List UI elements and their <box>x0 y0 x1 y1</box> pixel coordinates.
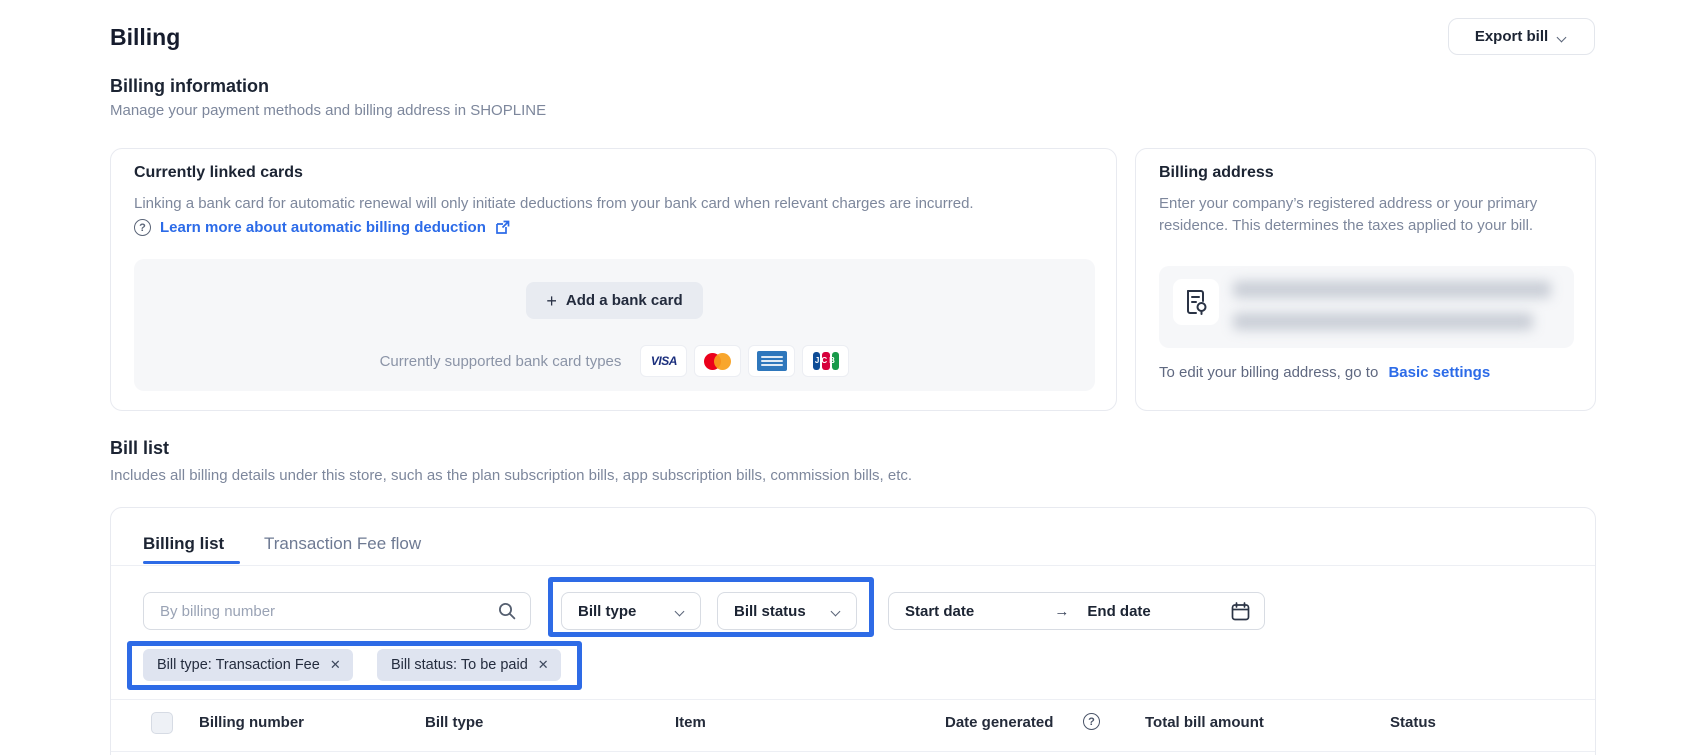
billing-page: Billing Export bill Billing information … <box>0 0 1700 755</box>
table-header-bottom-divider <box>111 751 1595 752</box>
chevron-down-icon <box>1558 32 1568 42</box>
filter-chip-label: Bill type: Transaction Fee <box>157 657 320 673</box>
mastercard-icon <box>694 345 741 377</box>
visa-icon: VISA <box>640 345 687 377</box>
amex-icon <box>748 345 795 377</box>
tabs-divider <box>111 565 1595 566</box>
billing-address-footer-text: To edit your billing address, go to <box>1159 364 1378 381</box>
learn-more-link[interactable]: Learn more about automatic billing deduc… <box>160 219 486 236</box>
linked-cards-panel: + Add a bank card Currently supported ba… <box>134 259 1095 391</box>
billing-address-card: Billing address Enter your company’s reg… <box>1135 148 1596 411</box>
address-document-icon <box>1173 279 1219 325</box>
tab-transaction-fee-flow[interactable]: Transaction Fee flow <box>264 534 421 554</box>
start-date-field[interactable]: Start date <box>905 603 974 620</box>
add-bank-card-button[interactable]: + Add a bank card <box>526 282 702 319</box>
bill-type-dropdown[interactable]: Bill type <box>561 592 701 630</box>
bill-status-dropdown-label: Bill status <box>734 603 806 620</box>
linked-cards-title: Currently linked cards <box>134 164 303 182</box>
redacted-address-line <box>1233 281 1551 298</box>
filter-chip-label: Bill status: To be paid <box>391 657 528 673</box>
arrow-right-icon: → <box>1054 603 1069 620</box>
search-icon <box>498 602 516 620</box>
close-icon[interactable]: ✕ <box>330 657 341 673</box>
column-header-billing-number: Billing number <box>199 714 304 731</box>
plus-icon: + <box>546 292 557 310</box>
close-icon[interactable]: ✕ <box>538 657 549 673</box>
column-header-item: Item <box>675 714 706 731</box>
billing-address-footer: To edit your billing address, go to Basi… <box>1159 364 1490 381</box>
filter-chip-bill-status[interactable]: Bill status: To be paid ✕ <box>377 649 561 681</box>
calendar-icon <box>1231 602 1250 621</box>
active-tab-indicator <box>143 561 240 564</box>
column-header-date-generated: Date generated <box>945 714 1053 731</box>
billing-information-heading: Billing information <box>110 76 269 97</box>
page-title: Billing <box>110 24 180 51</box>
date-generated-help-icon[interactable]: ? <box>1083 713 1100 730</box>
export-bill-button[interactable]: Export bill <box>1448 18 1595 55</box>
billing-information-subheading: Manage your payment methods and billing … <box>110 102 546 119</box>
select-all-checkbox[interactable] <box>151 712 173 734</box>
search-placeholder: By billing number <box>160 603 275 620</box>
billing-address-panel <box>1159 266 1574 348</box>
add-bank-card-label: Add a bank card <box>566 292 683 309</box>
bill-status-dropdown[interactable]: Bill status <box>717 592 857 630</box>
table-header-top-divider <box>111 699 1595 700</box>
export-bill-label: Export bill <box>1475 28 1548 45</box>
linked-cards-card: Currently linked cards Linking a bank ca… <box>110 148 1117 411</box>
column-header-total-bill-amount: Total bill amount <box>1145 714 1264 731</box>
jcb-icon: JCB <box>802 345 849 377</box>
chevron-down-icon <box>676 606 686 616</box>
help-circle-icon: ? <box>134 219 151 236</box>
linked-cards-description: Linking a bank card for automatic renewa… <box>134 195 1094 212</box>
column-header-status: Status <box>1390 714 1436 731</box>
bill-type-dropdown-label: Bill type <box>578 603 636 620</box>
bill-list-heading: Bill list <box>110 438 169 459</box>
bill-list-subheading: Includes all billing details under this … <box>110 467 912 484</box>
chevron-down-icon <box>832 606 842 616</box>
search-input[interactable]: By billing number <box>143 592 531 630</box>
billing-address-title: Billing address <box>1159 164 1274 182</box>
filter-chip-bill-type[interactable]: Bill type: Transaction Fee ✕ <box>143 649 353 681</box>
end-date-field[interactable]: End date <box>1087 603 1150 620</box>
date-range-picker[interactable]: Start date → End date <box>888 592 1265 630</box>
billing-address-description: Enter your company’s registered address … <box>1159 193 1577 237</box>
column-header-bill-type: Bill type <box>425 714 483 731</box>
basic-settings-link[interactable]: Basic settings <box>1388 364 1490 381</box>
tab-billing-list[interactable]: Billing list <box>143 534 224 554</box>
redacted-address-line <box>1233 313 1533 330</box>
external-link-icon <box>495 220 510 235</box>
supported-card-types-label: Currently supported bank card types <box>380 353 622 370</box>
